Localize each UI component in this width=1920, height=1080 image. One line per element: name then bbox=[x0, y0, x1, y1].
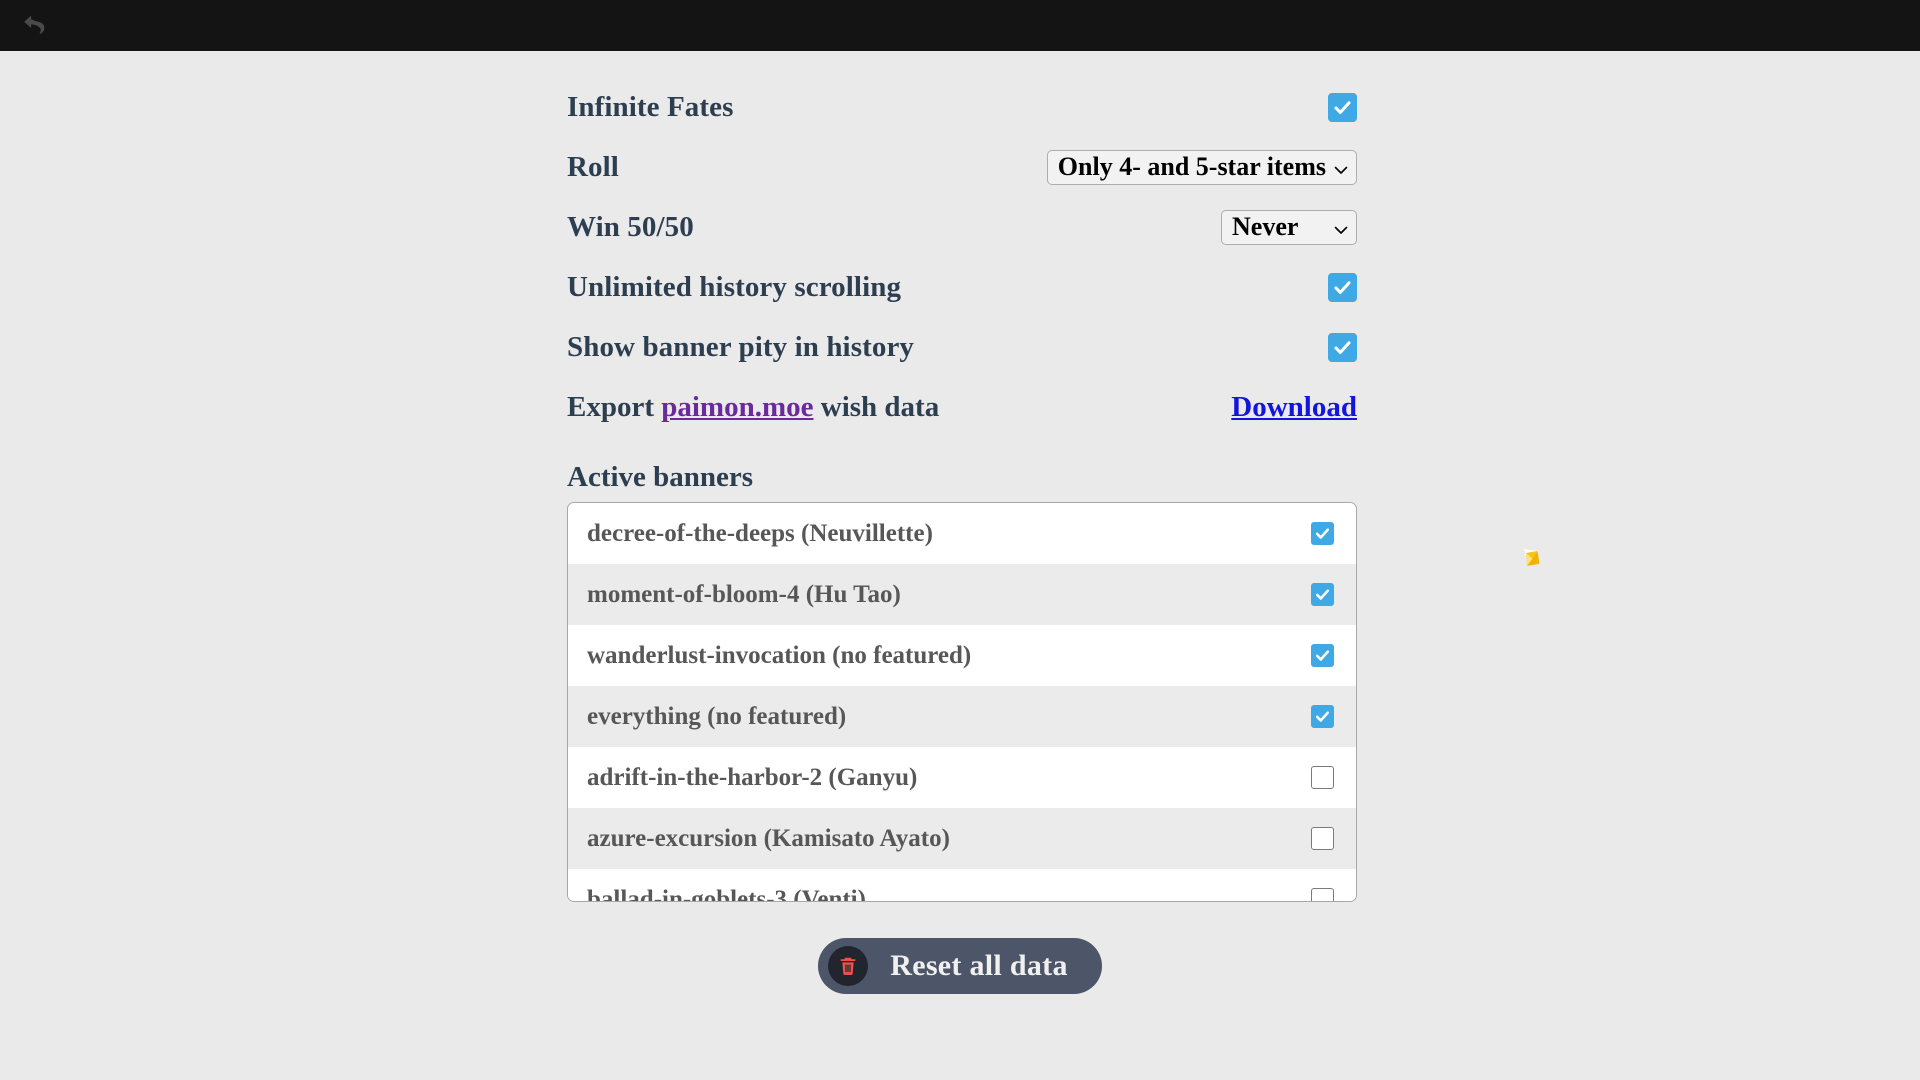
banner-row-checkbox[interactable] bbox=[1311, 705, 1334, 728]
banner-row[interactable]: decree-of-the-deeps (Neuvillette) bbox=[568, 503, 1356, 564]
export-prefix: Export bbox=[567, 391, 661, 423]
setting-row-infinite-fates: Infinite Fates bbox=[567, 77, 1357, 137]
reset-all-data-label: Reset all data bbox=[890, 949, 1068, 983]
banner-row-label: adrift-in-the-harbor-2 (Ganyu) bbox=[587, 764, 917, 792]
checkbox-infinite-fates[interactable] bbox=[1328, 93, 1357, 122]
reset-section: Reset all data bbox=[0, 938, 1920, 994]
banner-row-label: decree-of-the-deeps (Neuvillette) bbox=[587, 520, 933, 548]
banner-row-checkbox[interactable] bbox=[1311, 888, 1334, 902]
select-win-5050[interactable]: Never bbox=[1221, 210, 1357, 245]
banner-row-label: wanderlust-invocation (no featured) bbox=[587, 642, 971, 670]
select-roll-value: Only 4- and 5-star items bbox=[1058, 152, 1326, 182]
setting-row-roll: Roll Only 4- and 5-star items bbox=[567, 137, 1357, 197]
setting-row-export: Export paimon.moe wish data Download bbox=[567, 377, 1357, 437]
banner-row-checkbox[interactable] bbox=[1311, 522, 1334, 545]
banner-row-label: moment-of-bloom-4 (Hu Tao) bbox=[587, 581, 901, 609]
label-unlimited-history: Unlimited history scrolling bbox=[567, 271, 901, 304]
export-suffix: wish data bbox=[814, 391, 940, 423]
back-button[interactable] bbox=[14, 6, 54, 46]
banner-row[interactable]: wanderlust-invocation (no featured) bbox=[568, 625, 1356, 686]
banner-row-checkbox[interactable] bbox=[1311, 827, 1334, 850]
banner-row-label: ballad-in-goblets-3 (Venti) bbox=[587, 886, 866, 903]
label-infinite-fates: Infinite Fates bbox=[567, 91, 734, 124]
download-link[interactable]: Download bbox=[1231, 391, 1357, 424]
label-roll: Roll bbox=[567, 151, 619, 184]
undo-arrow-icon bbox=[20, 12, 48, 40]
active-banners-list[interactable]: decree-of-the-deeps (Neuvillette) moment-… bbox=[567, 502, 1357, 902]
banner-row[interactable]: moment-of-bloom-4 (Hu Tao) bbox=[568, 564, 1356, 625]
settings-page: Infinite Fates Roll Only 4- and 5-star i… bbox=[0, 51, 1920, 902]
active-banners-heading: Active banners bbox=[567, 461, 1357, 494]
top-bar bbox=[0, 0, 1920, 51]
settings-column: Infinite Fates Roll Only 4- and 5-star i… bbox=[567, 77, 1357, 902]
banner-row[interactable]: ballad-in-goblets-3 (Venti) bbox=[568, 869, 1356, 902]
checkbox-show-banner-pity[interactable] bbox=[1328, 333, 1357, 362]
setting-row-show-banner-pity: Show banner pity in history bbox=[567, 317, 1357, 377]
select-roll[interactable]: Only 4- and 5-star items bbox=[1047, 150, 1357, 185]
export-label: Export paimon.moe wish data bbox=[567, 391, 939, 424]
checkbox-unlimited-history[interactable] bbox=[1328, 273, 1357, 302]
trash-icon bbox=[828, 946, 868, 986]
banner-row-label: azure-excursion (Kamisato Ayato) bbox=[587, 825, 950, 853]
banner-row-checkbox[interactable] bbox=[1311, 644, 1334, 667]
label-win-5050: Win 50/50 bbox=[567, 211, 694, 244]
banner-row-checkbox[interactable] bbox=[1311, 583, 1334, 606]
banner-row-label: everything (no featured) bbox=[587, 703, 846, 731]
reset-all-data-button[interactable]: Reset all data bbox=[818, 938, 1102, 994]
banner-row[interactable]: adrift-in-the-harbor-2 (Ganyu) bbox=[568, 747, 1356, 808]
chevron-down-icon bbox=[1334, 152, 1348, 182]
banner-row[interactable]: everything (no featured) bbox=[568, 686, 1356, 747]
banner-row[interactable]: azure-excursion (Kamisato Ayato) bbox=[568, 808, 1356, 869]
chevron-down-icon bbox=[1334, 212, 1348, 242]
label-show-banner-pity: Show banner pity in history bbox=[567, 331, 914, 364]
setting-row-win-5050: Win 50/50 Never bbox=[567, 197, 1357, 257]
banner-row-checkbox[interactable] bbox=[1311, 766, 1334, 789]
setting-row-unlimited-history: Unlimited history scrolling bbox=[567, 257, 1357, 317]
paimon-moe-link[interactable]: paimon.moe bbox=[661, 391, 813, 423]
select-win-5050-value: Never bbox=[1232, 212, 1298, 242]
